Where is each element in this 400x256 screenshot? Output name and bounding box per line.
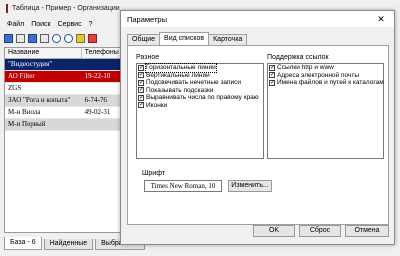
menu-service[interactable]: Сервис	[58, 21, 82, 28]
option-label: Имена файлов и путей к каталогам	[277, 79, 384, 86]
table-row[interactable]: "Видеостудия"	[5, 59, 121, 71]
option-vertical-lines[interactable]: ✓ Вертикальные линии	[137, 72, 263, 80]
menu-file[interactable]: Файл	[7, 21, 24, 28]
option-label: Показывать подсказки	[146, 86, 214, 94]
option-horizontal-lines[interactable]: ✓ Горизонтальные линии	[137, 63, 263, 73]
option-tooltips[interactable]: ✓ Показывать подсказки	[137, 87, 263, 95]
option-label: Подсвечивать нечетные записи	[146, 79, 242, 86]
table-row[interactable]: ЗАО "Рога и копыта" 6-74-76	[5, 95, 121, 107]
tab-general[interactable]: Общие	[127, 34, 161, 45]
search-icon[interactable]	[52, 33, 61, 43]
checkbox[interactable]: ✓	[138, 72, 144, 79]
cell-name: ZGS	[8, 84, 22, 92]
app-icon	[6, 3, 8, 13]
reset-button[interactable]: Сброс	[299, 225, 341, 237]
checkbox[interactable]: ✓	[138, 102, 144, 109]
tab-list-view[interactable]: Вид списков	[159, 32, 210, 45]
option-file-paths[interactable]: ✓ Имена файлов и путей к каталогам	[268, 79, 384, 87]
option-label: Иконки	[146, 101, 168, 109]
table-row[interactable]: М-н Первый	[5, 119, 121, 131]
cell-name: "Видеостудия"	[8, 60, 53, 68]
cell-name: ЗАО "Рога и копыта"	[8, 96, 71, 104]
cell-phone: 19-22-10	[84, 72, 111, 80]
dialog-title: Параметры	[127, 14, 167, 24]
font-label: Шрифт	[142, 170, 166, 177]
option-align-numbers[interactable]: ✓ Выравнивать числа по правому краю	[137, 94, 263, 102]
records-table: Название Телефоны и "Видеостудия" АО Fil…	[4, 47, 122, 233]
main-title-bar: Таблица - Пример - Организации	[0, 0, 120, 16]
tab-base[interactable]: База - 6	[4, 237, 42, 250]
cell-phone	[82, 83, 121, 94]
tab-found[interactable]: Найденные	[43, 239, 94, 250]
misc-options-list: ✓ Горизонтальные линии ✓ Вертикальные ли…	[136, 63, 264, 159]
checkbox[interactable]: ✓	[269, 79, 275, 86]
checkbox[interactable]: ✓	[138, 87, 144, 94]
cancel-button[interactable]: Отмена	[345, 225, 389, 237]
cell-name: М-н Первый	[8, 120, 46, 128]
option-label: Ссылки http и www	[277, 64, 334, 71]
column-header-name[interactable]: Название	[5, 48, 82, 58]
menu-search[interactable]: Поиск	[31, 21, 50, 28]
option-label: Адреса электронной почты	[277, 71, 359, 79]
checkbox[interactable]: ✓	[138, 64, 144, 71]
option-label: Вертикальные линии	[146, 71, 210, 79]
checkbox[interactable]: ✓	[269, 72, 275, 79]
checkbox[interactable]: ✓	[138, 94, 144, 101]
checkbox[interactable]: ✓	[138, 79, 144, 86]
sort-icon[interactable]	[76, 33, 85, 43]
option-email-links[interactable]: ✓ Адреса электронной почты	[268, 72, 383, 80]
close-icon[interactable]: ✕	[376, 14, 386, 24]
change-font-button[interactable]: Изменить...	[228, 180, 272, 192]
option-label: Горизонтальные линии	[145, 63, 217, 73]
dialog-tabs: Общие Вид списков Карточка	[127, 32, 248, 45]
table-header: Название Телефоны и	[5, 48, 121, 59]
ok-button[interactable]: OK	[253, 225, 295, 237]
checkbox[interactable]: ✓	[269, 64, 275, 71]
toolbar	[4, 32, 120, 44]
cell-name: АО Filter	[8, 72, 35, 80]
tab-panel: Разное ✓ Горизонтальные линии ✓ Вертикал…	[127, 45, 389, 225]
tab-card[interactable]: Карточка	[208, 34, 248, 45]
links-options-list: ✓ Ссылки http и www ✓ Адреса электронной…	[267, 63, 384, 159]
cell-name: М-н Виола	[8, 108, 41, 116]
print-icon[interactable]	[40, 33, 49, 43]
new-icon[interactable]	[4, 33, 13, 43]
cell-phone	[82, 119, 121, 130]
table-row[interactable]: АО Filter 19-22-10	[5, 71, 121, 83]
misc-group-label: Разное	[136, 54, 160, 61]
menu-bar: Файл Поиск Сервис ?	[0, 18, 118, 30]
table-row[interactable]: ZGS	[5, 83, 121, 95]
settings-dialog: Параметры ✕ Общие Вид списков Карточка Р…	[120, 10, 395, 245]
cell-phone	[82, 59, 121, 70]
column-header-phones[interactable]: Телефоны и	[82, 48, 121, 58]
menu-help[interactable]: ?	[89, 21, 93, 28]
font-value: Times New Roman, 10	[144, 180, 222, 192]
cell-phone: 6-74-76	[84, 96, 107, 104]
dialog-title-bar[interactable]: Параметры ✕	[121, 11, 394, 27]
main-title: Таблица - Пример - Организации	[12, 4, 120, 12]
option-label: Выравнивать числа по правому краю	[146, 94, 259, 101]
option-http-links[interactable]: ✓ Ссылки http и www	[268, 64, 383, 72]
filter-icon[interactable]	[88, 33, 97, 43]
cell-phone: 49-02-31	[84, 108, 111, 116]
option-icons[interactable]: ✓ Иконки	[137, 102, 263, 110]
links-group-label: Поддержка ссылок	[267, 54, 329, 61]
option-odd-rows[interactable]: ✓ Подсвечивать нечетные записи	[137, 79, 263, 87]
save-icon[interactable]	[28, 33, 37, 43]
table-row[interactable]: М-н Виола 49-02-31	[5, 107, 121, 119]
open-icon[interactable]	[16, 33, 25, 43]
zoom-icon[interactable]	[64, 33, 73, 43]
